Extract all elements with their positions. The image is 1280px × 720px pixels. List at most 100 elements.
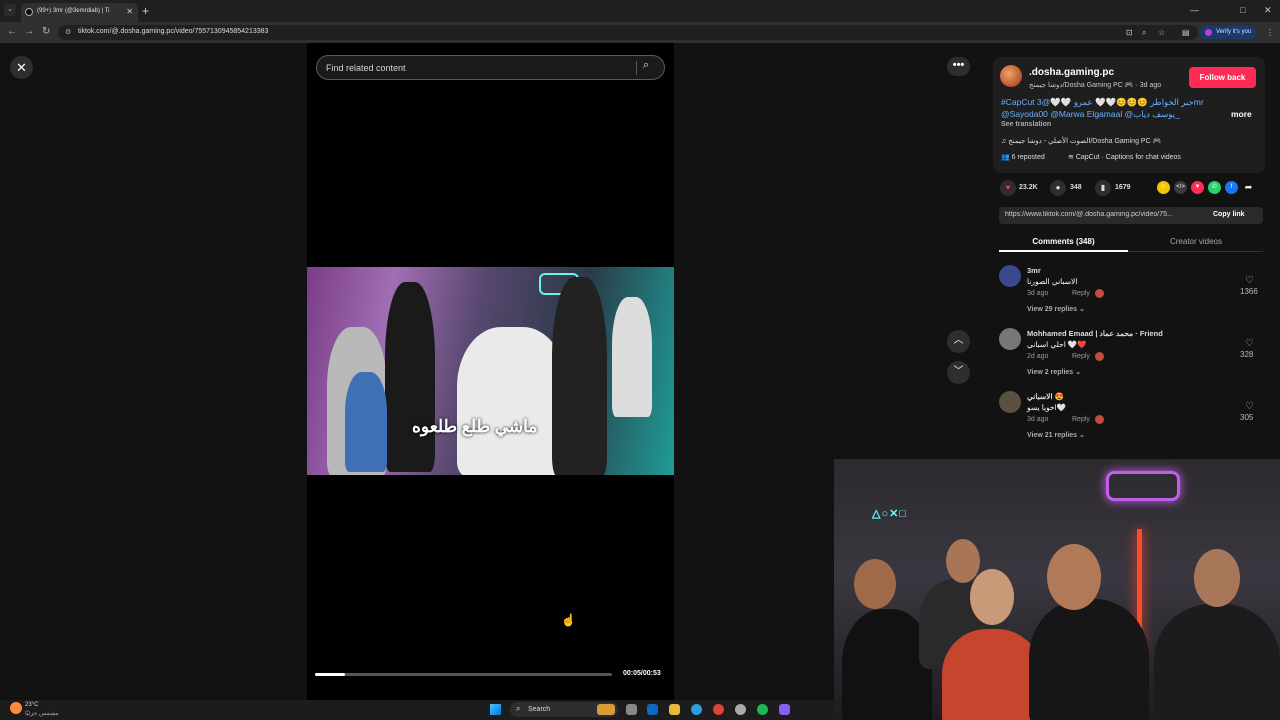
send-icon[interactable]: ▼ [1191, 181, 1204, 194]
comment-date: 3d ago [1027, 416, 1049, 423]
spotify-icon[interactable] [757, 704, 768, 715]
search-placeholder: Find related content [326, 63, 406, 73]
weather-icon[interactable] [10, 702, 22, 714]
capcut-label: CapCut · Captions for chat videos [1075, 154, 1181, 161]
copy-link-button[interactable]: Copy link [1213, 211, 1245, 218]
search-icon[interactable]: ⌕ [643, 59, 649, 72]
widgets-icon[interactable] [597, 704, 615, 715]
comment-icon[interactable]: ● [1050, 180, 1066, 196]
tab-search-menu-icon[interactable]: ⌄ [4, 4, 16, 16]
minimize-icon[interactable]: — [1190, 5, 1199, 15]
child-head [970, 569, 1014, 625]
bookmark-icon[interactable]: ▮ [1095, 180, 1111, 196]
tab-title: (99+) 3mr (@3emrdiab) | Ti [37, 8, 110, 14]
repost-avatars-icon: 👥 [1001, 154, 1010, 161]
tiktok-favicon-icon [25, 8, 33, 16]
playstation-light: △○✕□ [872, 508, 907, 520]
new-tab-button[interactable]: + [142, 4, 149, 18]
forward-icon[interactable]: → [24, 26, 34, 37]
address-bar[interactable]: ⚙ tiktok.com/@.dosha.gaming.pc/video/755… [58, 25, 1198, 40]
video-player[interactable]: Find related content ⌕ ماشي طلع طلعوه ☝ … [307, 43, 674, 700]
author-avatar[interactable] [1000, 65, 1022, 87]
related-search-input[interactable]: Find related content ⌕ [316, 55, 665, 80]
browser-tab[interactable]: (99+) 3mr (@3emrdiab) | Ti ✕ [21, 3, 138, 22]
reposted-label: 6 reposted [1011, 154, 1045, 161]
whatsapp-icon[interactable]: ✆ [1208, 181, 1221, 194]
person-center [1029, 599, 1149, 720]
reply-button[interactable]: Reply [1072, 290, 1090, 297]
comment-avatar[interactable] [999, 391, 1021, 413]
comment-date: 2d ago [1027, 353, 1049, 360]
settings-icon[interactable] [735, 704, 746, 715]
reply-button[interactable]: Reply [1072, 353, 1090, 360]
mouse-cursor-icon: ☝ [561, 613, 576, 627]
more-options-icon[interactable]: ••• [947, 57, 970, 76]
comment-like-icon[interactable]: ♡ [1245, 401, 1254, 412]
comment-author[interactable]: الاسباني 😍 [1027, 392, 1064, 401]
tab-comments[interactable]: Comments (348) [999, 233, 1128, 252]
view-replies-button[interactable]: View 21 replies ⌄ [1027, 431, 1085, 439]
view-replies-button[interactable]: View 2 replies ⌄ [1027, 368, 1081, 376]
comment-author[interactable]: 3mr [1027, 266, 1041, 275]
start-button-icon[interactable] [490, 704, 501, 715]
chrome-icon[interactable] [713, 704, 724, 715]
capcut-link[interactable]: ≋ CapCut · Captions for chat videos [1068, 153, 1181, 161]
embed-icon[interactable]: </> [1174, 181, 1187, 194]
outlook-icon[interactable] [647, 704, 658, 715]
reposted-count[interactable]: 👥 6 reposted [1001, 153, 1045, 161]
coin-share-icon[interactable]: ☺ [1157, 181, 1170, 194]
site-info-icon[interactable]: ⚙ [65, 28, 71, 36]
browser-toolbar: ← → ↻ ⚙ tiktok.com/@.dosha.gaming.pc/vid… [0, 22, 1280, 43]
comment-avatar[interactable] [999, 328, 1021, 350]
follow-back-button[interactable]: Follow back [1189, 67, 1256, 88]
reply-button[interactable]: Reply [1072, 416, 1090, 423]
video-progress-bar[interactable] [315, 673, 612, 676]
comment-text: الاسباني الصورنا [1027, 277, 1078, 286]
share-arrow-icon[interactable]: ➦ [1242, 181, 1255, 194]
window-close-icon[interactable]: ✕ [1264, 5, 1272, 16]
url-text: tiktok.com/@.dosha.gaming.pc/video/75571… [78, 28, 269, 35]
view-replies-button[interactable]: View 29 replies ⌄ [1027, 305, 1085, 313]
more-button[interactable]: more [1231, 109, 1252, 119]
task-view-icon[interactable] [626, 704, 637, 715]
video-link-text[interactable]: https://www.tiktok.com/@.dosha.gaming.pc… [1005, 211, 1201, 218]
app-icon[interactable] [779, 704, 790, 715]
extensions-icon[interactable]: ▤ [1182, 28, 1190, 37]
video-frame[interactable]: ماشي طلع طلعوه [307, 267, 674, 475]
edge-icon[interactable] [691, 704, 702, 715]
close-video-button[interactable]: ✕ [10, 56, 33, 79]
post-description-line2[interactable]: @Sayoda00 @Marwa Elgamaal @يوسف دياب_ [1001, 109, 1221, 120]
author-name[interactable]: .dosha.gaming.pc [1029, 67, 1114, 78]
post-description-line1[interactable]: #CapCut جبر الخواطر 😊😊😊🤍🤍 عمرو 🤍🤍@3mr [1001, 97, 1221, 108]
comment-text: اخويا يسو🤍 [1027, 403, 1067, 412]
see-translation-link[interactable]: See translation [1001, 121, 1051, 128]
tab-creator-videos[interactable]: Creator videos [1129, 233, 1263, 252]
tab-close-icon[interactable]: ✕ [126, 7, 133, 16]
sound-link[interactable]: ♫ الصوت الأصلي - دوشا جيمنج/Dosha Gaming… [1001, 137, 1161, 145]
comment-avatar[interactable] [999, 265, 1021, 287]
copy-link-row: https://www.tiktok.com/@.dosha.gaming.pc… [999, 207, 1263, 224]
maximize-icon[interactable]: □ [1240, 5, 1245, 15]
previous-video-button[interactable]: ︿ [947, 330, 970, 353]
next-video-button[interactable]: ﹀ [947, 361, 970, 384]
person-sitting [457, 327, 567, 475]
comment-text: احلي اسباني 🤍❤️ [1027, 340, 1087, 349]
file-explorer-icon[interactable] [669, 704, 680, 715]
zoom-icon[interactable]: ⌕ [1142, 28, 1146, 38]
cast-icon[interactable]: ⊡ [1126, 28, 1133, 37]
comment-author[interactable]: Mohhamed Emaad | محمد عماد · Friend [1027, 329, 1163, 338]
engagement-row: ♥ 23.2K ● 348 ▮ 1679 ☺ </> ▼ ✆ f ➦ [1000, 180, 1262, 196]
bookmark-star-icon[interactable]: ☆ [1158, 28, 1165, 37]
person-right [1154, 604, 1280, 720]
comment-like-icon[interactable]: ♡ [1245, 338, 1254, 349]
child-orange-shirt [942, 629, 1042, 720]
chrome-menu-icon[interactable]: ⋮ [1266, 28, 1274, 37]
comment-date: 3d ago [1027, 290, 1049, 297]
reload-icon[interactable]: ↻ [42, 26, 50, 37]
person-left-head [854, 559, 896, 609]
verify-profile-button[interactable]: Verify it's you [1200, 26, 1256, 39]
like-heart-icon[interactable]: ♥ [1000, 180, 1016, 196]
back-icon[interactable]: ← [7, 26, 17, 37]
comment-like-icon[interactable]: ♡ [1245, 275, 1254, 286]
facebook-icon[interactable]: f [1225, 181, 1238, 194]
